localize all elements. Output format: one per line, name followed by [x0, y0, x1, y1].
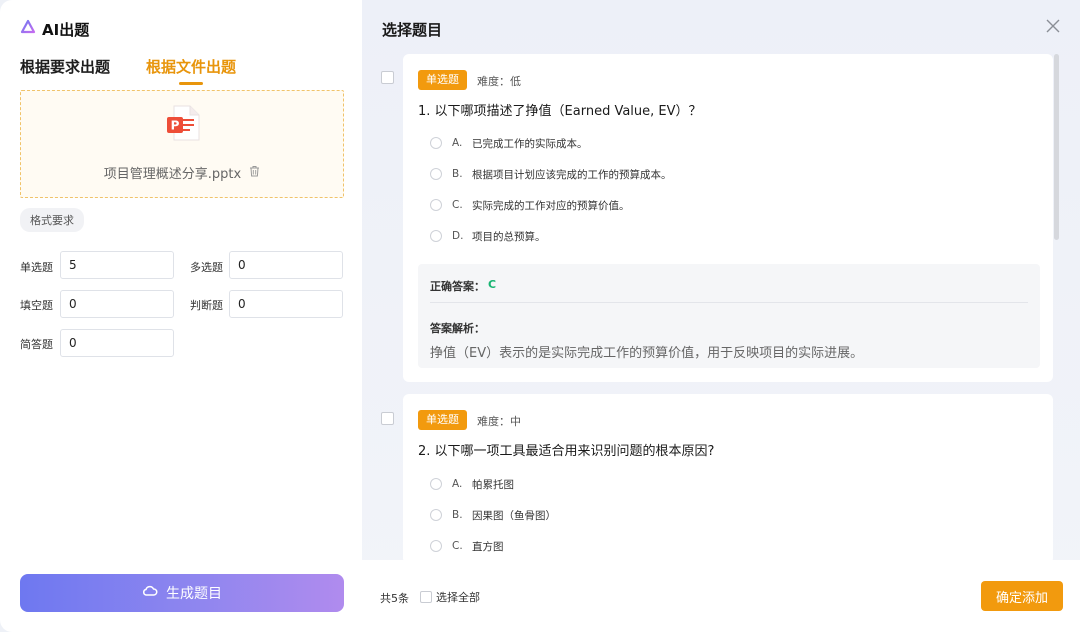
question-type-badge: 单选题: [418, 410, 467, 430]
left-panel: AI出题 根据要求出题 根据文件出题 P 项目管理概述分享.pptx 格式要求 …: [0, 0, 362, 632]
answer-panel: 正确答案： C 答案解析： 挣值（EV）表示的是实际完成工作的预算价值，用于反映…: [418, 264, 1040, 368]
uploaded-file-name: 项目管理概述分享.pptx: [103, 167, 242, 182]
radio-icon[interactable]: [430, 137, 442, 149]
tab-by-file[interactable]: 根据文件出题: [146, 56, 236, 85]
multi-choice-label: 多选题: [190, 261, 223, 274]
select-all-toggle[interactable]: 选择全部: [420, 589, 480, 605]
short-answer-label: 简答题: [20, 338, 53, 351]
footer-bar: 共5条 选择全部 确定添加: [362, 560, 1080, 632]
radio-icon[interactable]: [430, 199, 442, 211]
file-upload-area[interactable]: P 项目管理概述分享.pptx: [20, 90, 344, 198]
option-b[interactable]: B. 根据项目计划应该完成的工作的预算成本。: [430, 167, 672, 181]
correct-answer-value: C: [488, 278, 497, 291]
true-false-label: 判断题: [190, 299, 223, 312]
format-requirements-tag[interactable]: 格式要求: [20, 208, 84, 232]
radio-icon[interactable]: [430, 168, 442, 180]
ai-logo-icon: [20, 19, 36, 39]
explanation-label: 答案解析：: [430, 322, 485, 335]
option-a[interactable]: A. 已完成工作的实际成本。: [430, 136, 588, 150]
short-answer-count-input[interactable]: [60, 329, 174, 357]
option-a[interactable]: A. 帕累托图: [430, 477, 514, 491]
svg-text:P: P: [171, 119, 180, 133]
radio-icon[interactable]: [430, 478, 442, 490]
question-2-checkbox[interactable]: [381, 412, 394, 425]
question-difficulty: 难度：低: [477, 75, 521, 88]
confirm-add-button[interactable]: 确定添加: [981, 581, 1063, 611]
app-title-text: AI出题: [42, 20, 90, 39]
single-choice-label: 单选题: [20, 261, 53, 274]
right-panel: 选择题目 单选题 难度：低 1. 以下哪项描述了挣值（Earned Value,…: [362, 0, 1080, 632]
question-type-badge: 单选题: [418, 70, 467, 90]
answer-divider: [430, 302, 1028, 303]
correct-answer-label: 正确答案：: [430, 280, 485, 293]
option-c[interactable]: C. 实际完成的工作对应的预算价值。: [430, 198, 630, 212]
question-difficulty: 难度：中: [477, 415, 521, 428]
app-title: AI出题: [20, 18, 89, 40]
option-c[interactable]: C. 直方图: [430, 539, 504, 553]
multi-choice-count-input[interactable]: [229, 251, 343, 279]
explanation-text: 挣值（EV）表示的是实际完成工作的预算价值，用于反映项目的实际进展。: [430, 346, 864, 361]
uploaded-file-row: 项目管理概述分享.pptx: [21, 163, 343, 182]
question-list-scrollbar[interactable]: [1054, 54, 1059, 240]
radio-icon[interactable]: [430, 230, 442, 242]
single-choice-count-input[interactable]: [60, 251, 174, 279]
fill-blank-label: 填空题: [20, 299, 53, 312]
fill-blank-count-input[interactable]: [60, 290, 174, 318]
sparkle-cloud-icon: [142, 584, 158, 602]
option-b[interactable]: B. 因果图（鱼骨图）: [430, 508, 556, 522]
generate-questions-label: 生成题目: [166, 586, 222, 602]
question-1-checkbox[interactable]: [381, 71, 394, 84]
generate-questions-button[interactable]: 生成题目: [20, 574, 344, 612]
tab-by-requirements[interactable]: 根据要求出题: [20, 56, 110, 85]
select-questions-title: 选择题目: [382, 21, 443, 39]
question-count: 共5条: [380, 592, 409, 605]
select-all-checkbox[interactable]: [420, 591, 432, 603]
pptx-file-icon: P: [166, 105, 200, 145]
select-all-label: 选择全部: [436, 591, 480, 604]
radio-icon[interactable]: [430, 540, 442, 552]
close-icon[interactable]: [1046, 18, 1060, 37]
mode-tabs: 根据要求出题 根据文件出题: [20, 56, 236, 85]
trash-icon[interactable]: [249, 165, 260, 181]
question-text: 1. 以下哪项描述了挣值（Earned Value, EV）？: [418, 104, 702, 119]
question-card-1: 单选题 难度：低 1. 以下哪项描述了挣值（Earned Value, EV）？…: [403, 54, 1053, 382]
radio-icon[interactable]: [430, 509, 442, 521]
true-false-count-input[interactable]: [229, 290, 343, 318]
question-text: 2. 以下哪一项工具最适合用来识别问题的根本原因?: [418, 444, 715, 459]
option-d[interactable]: D. 项目的总预算。: [430, 229, 546, 243]
question-card-2: 单选题 难度：中 2. 以下哪一项工具最适合用来识别问题的根本原因? A. 帕累…: [403, 394, 1053, 564]
